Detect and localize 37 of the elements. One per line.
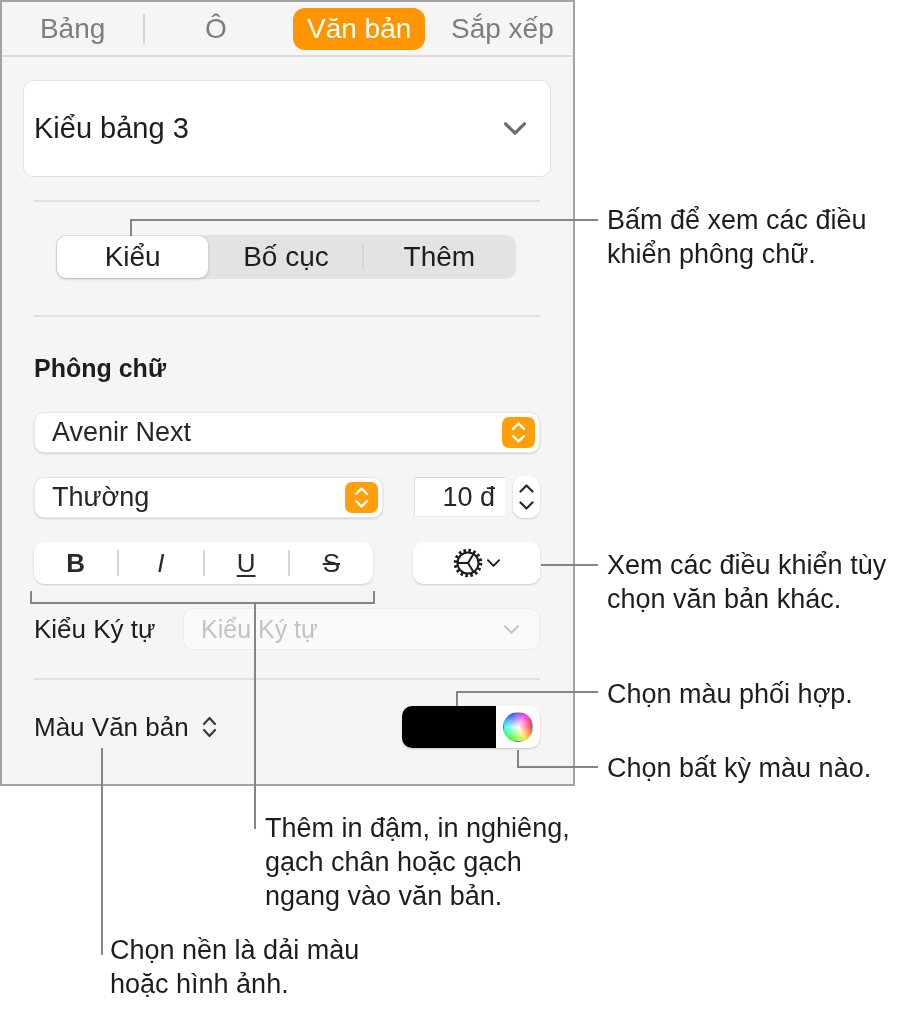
callout-text: Bấm để xem các điều khiển phông chữ. <box>607 204 867 271</box>
callout-text: Chọn màu phối hợp. <box>607 678 853 711</box>
size-stepper[interactable] <box>513 476 540 518</box>
chevron-down-icon <box>504 122 526 135</box>
character-style-label: Kiểu Ký tự <box>34 613 156 645</box>
callout-text: Chọn bất kỳ màu nào. <box>607 752 872 785</box>
segment-button[interactable]: Bố cục <box>210 236 362 278</box>
up-down-chevron-icon <box>201 715 217 739</box>
color-wheel-icon <box>503 712 533 742</box>
tab[interactable]: Sắp xếp <box>437 7 568 50</box>
italic-button[interactable]: I <box>119 542 203 584</box>
callout-text: Chọn nền là dải màu hoặc hình ảnh. <box>110 934 360 1001</box>
table-style-popup[interactable]: Kiểu bảng 3 <box>23 80 551 177</box>
segment-button[interactable]: Thêm <box>363 236 515 278</box>
text-color-popup[interactable]: Màu Văn bản <box>34 711 217 743</box>
up-down-chevron-icon <box>502 417 535 448</box>
strikethrough-button[interactable]: S <box>289 542 373 584</box>
tab[interactable]: Ô <box>191 7 241 50</box>
color-swatch-icon[interactable] <box>402 706 496 748</box>
font-size-field[interactable]: 10 đ <box>414 477 505 517</box>
section-heading: Phông chữ <box>34 353 166 383</box>
leader-line <box>540 564 599 566</box>
underline-button[interactable]: U <box>204 542 288 584</box>
up-down-chevron-icon <box>345 481 378 513</box>
gear-icon <box>453 548 483 578</box>
chevron-down-icon <box>504 624 519 634</box>
font-family-popup[interactable]: Avenir Next <box>34 412 540 453</box>
bold-button[interactable]: B <box>34 542 118 584</box>
segment-button[interactable]: Kiểu <box>57 236 209 278</box>
callout-text: Xem các điều khiển tùy chọn văn bản khác. <box>607 549 887 616</box>
text-options-button[interactable] <box>413 542 540 584</box>
chevron-down-icon <box>519 501 534 510</box>
chevron-down-icon <box>487 559 500 567</box>
tab[interactable]: Bảng <box>25 7 120 50</box>
chevron-up-icon <box>519 484 534 493</box>
typeface-popup[interactable]: Thường <box>34 476 383 518</box>
callout-text: Thêm in đậm, in nghiêng, gạch chân hoặc gạch ngang vào văn bản. <box>265 812 570 913</box>
